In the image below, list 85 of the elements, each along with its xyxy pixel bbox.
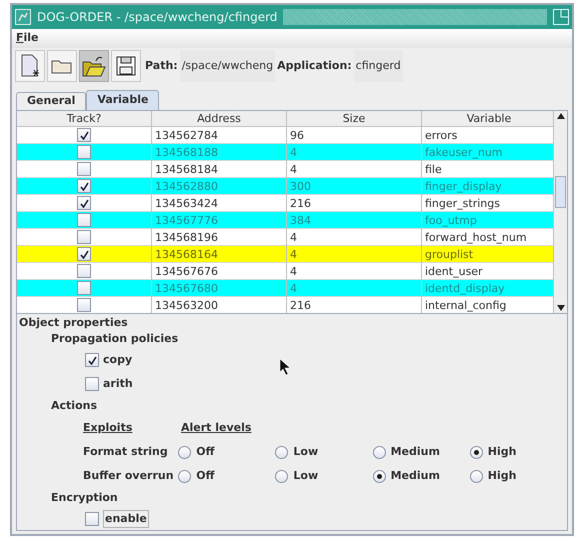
- checkbox[interactable]: [77, 298, 91, 312]
- checkbox[interactable]: [77, 145, 91, 160]
- mouse-cursor-icon: [280, 359, 291, 375]
- checkbox[interactable]: [77, 162, 91, 176]
- checkbox[interactable]: [77, 213, 91, 228]
- checkbox-label[interactable]: enable: [103, 510, 149, 528]
- radio-label[interactable]: Medium: [390, 468, 440, 484]
- path-label: Path:: [145, 58, 178, 74]
- radio-label[interactable]: Off: [196, 444, 214, 460]
- radio-button[interactable]: [372, 470, 386, 482]
- checkbox[interactable]: [85, 377, 99, 391]
- table-row[interactable]: 134562784 96 errors: [17, 126, 553, 144]
- table-cell: 216: [287, 296, 422, 313]
- table-cell-text: finger_strings: [424, 196, 501, 212]
- checkbox[interactable]: [77, 128, 91, 142]
- radio-label[interactable]: Off: [196, 468, 214, 484]
- checkbox[interactable]: [77, 264, 91, 278]
- checkbox[interactable]: [77, 230, 91, 244]
- checkbox[interactable]: [77, 196, 91, 210]
- section-title: Encryption: [51, 490, 119, 506]
- path-field[interactable]: /space/wwcheng: [180, 50, 276, 82]
- radio-label[interactable]: Low: [293, 444, 318, 460]
- checkbox[interactable]: [77, 179, 91, 194]
- scrollbar[interactable]: [553, 110, 567, 313]
- tab[interactable]: Variable: [86, 90, 160, 110]
- table-cell-text: finger_display: [424, 178, 503, 195]
- menu-item[interactable]: File: [16, 30, 39, 47]
- new-file-icon: [20, 54, 40, 78]
- checkmark-icon: [80, 130, 88, 140]
- radio-label[interactable]: Medium: [390, 444, 440, 460]
- radio-label[interactable]: High: [488, 444, 516, 460]
- table-row[interactable]: 134567676 4 ident_user: [17, 262, 553, 280]
- column-header: Alert levels: [181, 420, 252, 436]
- section-title: Actions: [51, 398, 98, 414]
- table-cell: 134563200: [152, 296, 287, 313]
- row-label: Format string: [83, 444, 169, 460]
- open-folder-icon: [82, 54, 106, 77]
- tab[interactable]: General: [16, 92, 86, 110]
- row-label: Buffer overrun: [83, 468, 175, 484]
- checkbox[interactable]: [85, 512, 99, 526]
- column-header: Exploits: [83, 420, 134, 436]
- checkmark-icon: [80, 250, 88, 259]
- checkbox[interactable]: [77, 281, 91, 296]
- section-title: Propagation policies: [51, 331, 180, 347]
- radio-button[interactable]: [372, 446, 386, 458]
- window-title: DOG-ORDER - /space/wwcheng/cfingerd: [37, 8, 278, 26]
- application-label: Application:: [277, 58, 352, 74]
- save-button[interactable]: [111, 50, 141, 82]
- table-row[interactable]: 134563424 216 finger_strings: [17, 194, 553, 212]
- open-folder-button[interactable]: [79, 50, 109, 82]
- radio-button[interactable]: [178, 446, 192, 458]
- table-row[interactable]: 134568196 4 forward_host_num: [17, 228, 553, 246]
- table-cell-text: fakeuser_num: [424, 144, 504, 161]
- table-row[interactable]: 134568164 4 grouplist: [17, 246, 553, 263]
- new-file-button[interactable]: [15, 50, 45, 82]
- section-title: Object properties: [19, 315, 129, 330]
- table-cell-text: identd_display: [424, 280, 506, 297]
- table-cell-text: ident_user: [424, 264, 484, 280]
- folder-button[interactable]: [47, 50, 77, 82]
- folder-icon: [51, 58, 73, 74]
- radio-button[interactable]: [470, 446, 483, 458]
- scroll-down-icon[interactable]: [556, 304, 564, 311]
- app-icon: [15, 8, 31, 25]
- table-row[interactable]: 134568184 4 file: [17, 160, 553, 178]
- table-cell-text: file: [424, 162, 443, 178]
- radio-button[interactable]: [178, 470, 192, 482]
- table-cell-text: internal_config: [424, 298, 508, 313]
- checkbox[interactable]: [77, 247, 91, 262]
- checkbox[interactable]: [85, 353, 99, 367]
- checkbox-label[interactable]: arith: [103, 376, 133, 392]
- checkbox-label[interactable]: copy: [103, 352, 132, 368]
- scroll-thumb[interactable]: [555, 176, 566, 208]
- maximize-icon[interactable]: [553, 8, 569, 25]
- table-cell-text: grouplist: [424, 246, 474, 263]
- table-cell-text: foo_utmp: [424, 212, 478, 229]
- radio-label[interactable]: High: [488, 468, 516, 484]
- radio-label[interactable]: Low: [293, 468, 318, 484]
- radio-button[interactable]: [275, 446, 288, 458]
- radio-button[interactable]: [470, 470, 483, 482]
- radio-button[interactable]: [275, 470, 288, 482]
- checkmark-icon: [88, 356, 96, 364]
- table-cell-text: forward_host_num: [424, 230, 528, 246]
- table-cell-text: errors: [424, 128, 458, 144]
- scroll-up-icon[interactable]: [556, 112, 564, 119]
- application-field[interactable]: cfingerd: [354, 50, 403, 82]
